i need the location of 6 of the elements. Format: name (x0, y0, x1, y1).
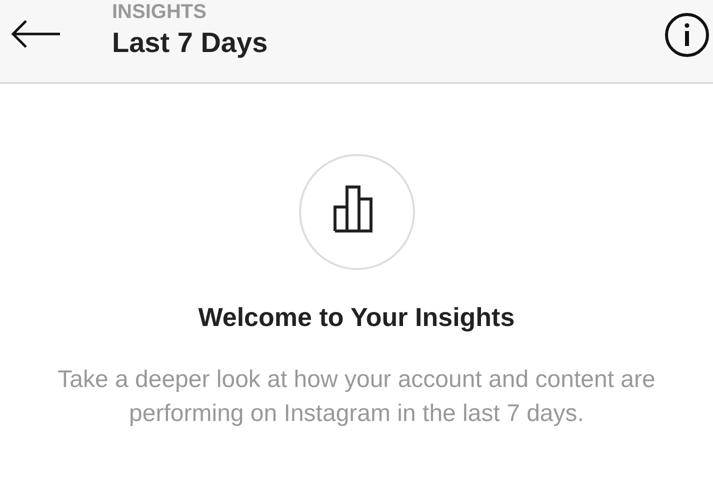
welcome-heading: Welcome to Your Insights (198, 302, 515, 333)
header-subtitle: INSIGHTS (112, 0, 208, 24)
info-icon[interactable] (664, 12, 710, 58)
header-title: Last 7 Days (112, 26, 268, 60)
welcome-text: Take a deeper look at how your account and content are performing on Instagram in the last 7 days. (56, 365, 656, 429)
back-arrow-icon[interactable] (10, 19, 62, 49)
